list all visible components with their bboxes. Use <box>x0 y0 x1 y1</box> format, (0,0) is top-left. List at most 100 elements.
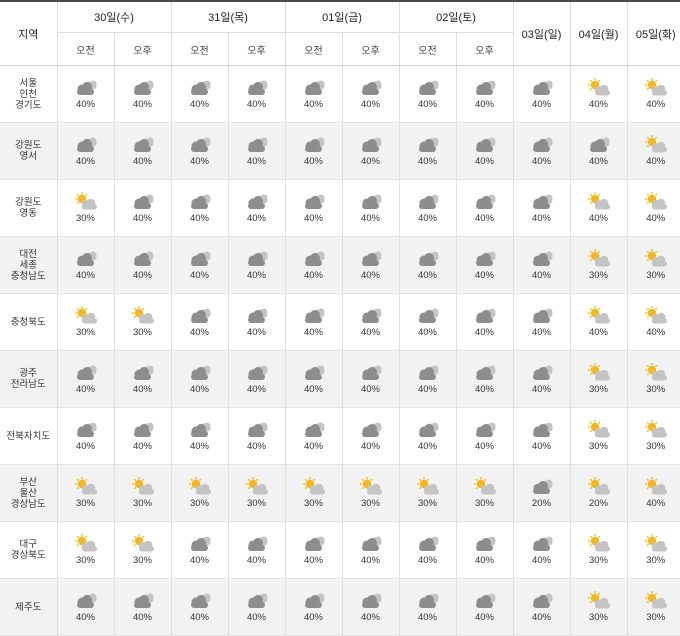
precipitation-probability: 40% <box>417 156 437 167</box>
region-name-line: 경상남도 <box>10 498 46 510</box>
region-name: 충청북도 <box>0 293 57 351</box>
precipitation-probability: 30% <box>588 612 608 623</box>
forecast-cell: 40% <box>56 122 114 180</box>
forecast-cell: 40% <box>113 179 171 237</box>
cloudy-icon <box>529 78 555 98</box>
precipitation-probability: 40% <box>246 213 266 224</box>
precipitation-probability: 40% <box>588 327 608 338</box>
partly-cloudy-icon <box>643 135 669 155</box>
cloudy-icon <box>529 477 555 497</box>
cloudy-icon <box>472 135 498 155</box>
precipitation-probability: 30% <box>646 441 666 452</box>
forecast-cell: 40% <box>56 407 114 465</box>
region-name: 대전 세종 충청남도 <box>0 236 57 294</box>
forecast-cell: 40% <box>227 350 285 408</box>
am-header: 오전 <box>284 32 342 66</box>
precipitation-probability: 40% <box>360 441 380 452</box>
forecast-cell: 40% <box>341 521 399 579</box>
cloudy-icon <box>73 420 99 440</box>
forecast-cell: 30% <box>56 179 114 237</box>
cloudy-icon <box>415 534 441 554</box>
region-name-line: 충청남도 <box>10 270 46 282</box>
precipitation-probability: 30% <box>588 270 608 281</box>
region-name: 전북자치도 <box>0 407 57 465</box>
cloudy-icon <box>415 192 441 212</box>
precipitation-probability: 40% <box>132 99 152 110</box>
cloudy-icon <box>130 135 156 155</box>
forecast-cell: 30% <box>113 293 171 351</box>
cloudy-icon <box>415 135 441 155</box>
cloudy-icon <box>73 249 99 269</box>
partly-cloudy-icon <box>643 534 669 554</box>
cloudy-icon <box>472 306 498 326</box>
forecast-cell: 40% <box>170 350 228 408</box>
forecast-cell: 30% <box>626 350 680 408</box>
partly-cloudy-icon <box>586 363 612 383</box>
am-header: 오전 <box>56 32 114 66</box>
partly-cloudy-icon <box>73 534 99 554</box>
precipitation-probability: 40% <box>417 327 437 338</box>
precipitation-probability: 40% <box>531 441 551 452</box>
forecast-cell: 30% <box>569 236 627 294</box>
forecast-cell: 40% <box>170 179 228 237</box>
forecast-cell: 40% <box>284 293 342 351</box>
cloudy-icon <box>301 306 327 326</box>
forecast-cell: 40% <box>398 350 456 408</box>
forecast-cell: 40% <box>398 122 456 180</box>
forecast-cell: 30% <box>569 521 627 579</box>
forecast-cell: 40% <box>512 65 570 123</box>
forecast-cell: 30% <box>341 464 399 522</box>
cloudy-icon <box>244 78 270 98</box>
precipitation-probability: 40% <box>303 384 323 395</box>
cloudy-icon <box>358 591 384 611</box>
precipitation-probability: 40% <box>246 612 266 623</box>
region-name-line: 울산 <box>19 487 37 499</box>
forecast-cell: 40% <box>341 236 399 294</box>
region-name-line: 서울 <box>19 77 37 89</box>
precipitation-probability: 40% <box>474 555 494 566</box>
partly-cloudy-icon <box>130 306 156 326</box>
cloudy-icon <box>301 591 327 611</box>
precipitation-probability: 40% <box>531 555 551 566</box>
day-header-02: 02일(토) <box>398 0 513 33</box>
forecast-cell: 40% <box>113 65 171 123</box>
precipitation-probability: 40% <box>189 384 209 395</box>
precipitation-probability: 40% <box>417 555 437 566</box>
forecast-body: 서울 인천 경기도 40% 40% 40% 40% 40% 40% 40% 40% 40% 40% 40%… <box>0 65 680 636</box>
partly-cloudy-icon <box>586 192 612 212</box>
precipitation-probability: 40% <box>646 99 666 110</box>
forecast-cell: 40% <box>227 236 285 294</box>
precipitation-probability: 40% <box>646 498 666 509</box>
precipitation-probability: 40% <box>417 612 437 623</box>
partly-cloudy-icon <box>73 306 99 326</box>
forecast-cell: 40% <box>512 293 570 351</box>
day-header-30: 30일(수) <box>56 0 171 33</box>
cloudy-icon <box>187 249 213 269</box>
cloudy-icon <box>415 591 441 611</box>
precipitation-probability: 40% <box>360 612 380 623</box>
precipitation-probability: 40% <box>75 384 95 395</box>
cloudy-icon <box>415 78 441 98</box>
forecast-cell: 40% <box>341 350 399 408</box>
precipitation-probability: 30% <box>132 498 152 509</box>
precipitation-probability: 40% <box>360 99 380 110</box>
cloudy-icon <box>187 78 213 98</box>
precipitation-probability: 40% <box>189 270 209 281</box>
forecast-cell: 40% <box>626 65 680 123</box>
partly-cloudy-icon <box>586 249 612 269</box>
precipitation-probability: 40% <box>474 612 494 623</box>
precipitation-probability: 40% <box>246 441 266 452</box>
cloudy-icon <box>415 249 441 269</box>
region-name-line: 대전 <box>19 248 37 260</box>
precipitation-probability: 40% <box>417 384 437 395</box>
precipitation-probability: 40% <box>588 99 608 110</box>
cloudy-icon <box>358 534 384 554</box>
cloudy-icon <box>472 591 498 611</box>
precipitation-probability: 40% <box>75 156 95 167</box>
precipitation-probability: 40% <box>588 156 608 167</box>
cloudy-icon <box>358 192 384 212</box>
forecast-cell: 40% <box>284 350 342 408</box>
forecast-cell: 40% <box>113 407 171 465</box>
partly-cloudy-icon <box>586 306 612 326</box>
precipitation-probability: 40% <box>75 612 95 623</box>
